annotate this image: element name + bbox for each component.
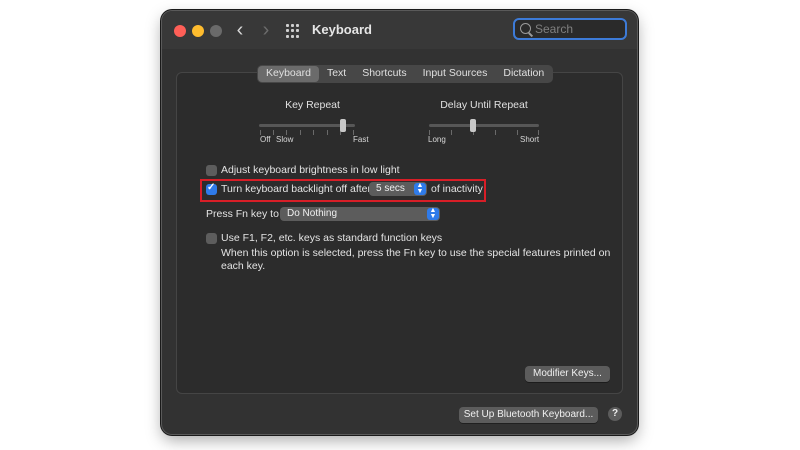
backlight-timeout-value: 5 secs [376,183,405,194]
back-arrow-icon[interactable]: ‹ [230,20,250,40]
tab-text[interactable]: Text [319,66,354,82]
tab-dictation[interactable]: Dictation [495,66,552,82]
tab-input-sources[interactable]: Input Sources [415,66,496,82]
key-repeat-fast-label: Fast [353,135,369,144]
key-repeat-slider-knob[interactable] [340,119,347,132]
backlight-off-label: Turn keyboard backlight off after [221,183,371,195]
fn-key-label: Press Fn key to [206,208,279,220]
key-repeat-off-label: Off [260,135,271,144]
window-title: Keyboard [312,22,372,37]
help-button[interactable]: ? [608,407,622,421]
delay-slider-knob[interactable] [470,119,476,132]
tab-bar: Keyboard Text Shortcuts Input Sources Di… [257,65,554,83]
tab-shortcuts[interactable]: Shortcuts [354,66,414,82]
backlight-timeout-popup[interactable]: 5 secs ▲ ▼ [369,182,427,196]
delay-short-label: Short [520,135,540,144]
delay-long-label: Long [428,135,446,144]
bluetooth-keyboard-button[interactable]: Set Up Bluetooth Keyboard... [459,407,598,423]
key-repeat-label: Key Repeat [285,99,340,111]
search-input[interactable] [535,20,623,38]
function-keys-description-line2: each key. [221,260,266,272]
adjust-brightness-label: Adjust keyboard brightness in low light [221,164,400,176]
close-window-button[interactable] [174,25,186,37]
delay-until-repeat-slider[interactable] [429,124,539,127]
modifier-keys-button[interactable]: Modifier Keys... [525,366,610,382]
forward-arrow-icon[interactable]: › [256,20,276,40]
function-keys-description-line1: When this option is selected, press the … [221,247,611,259]
search-field[interactable] [513,18,627,40]
zoom-window-button[interactable] [210,25,222,37]
fn-key-action-popup[interactable]: Do Nothing ▲ ▼ [280,207,440,221]
delay-until-repeat-label: Delay Until Repeat [440,99,528,111]
backlight-off-checkbox[interactable] [206,182,217,195]
popup-chevrons-icon: ▲ ▼ [427,207,439,220]
search-icon [520,23,531,34]
show-all-grid-icon[interactable] [286,24,300,38]
minimize-window-button[interactable] [192,25,204,37]
keyboard-preferences-window: ‹ › Keyboard Keyboard Text Shortcuts Inp… [162,11,637,434]
popup-chevrons-icon: ▲ ▼ [414,182,426,195]
function-keys-checkbox[interactable] [206,233,217,244]
fn-key-action-value: Do Nothing [287,208,338,219]
function-keys-label: Use F1, F2, etc. keys as standard functi… [221,232,443,244]
adjust-brightness-checkbox[interactable] [206,165,217,176]
tab-keyboard[interactable]: Keyboard [258,66,319,82]
title-bar: ‹ › Keyboard [162,11,637,49]
inactivity-label: of inactivity [431,183,483,195]
key-repeat-slow-label: Slow [276,135,294,144]
